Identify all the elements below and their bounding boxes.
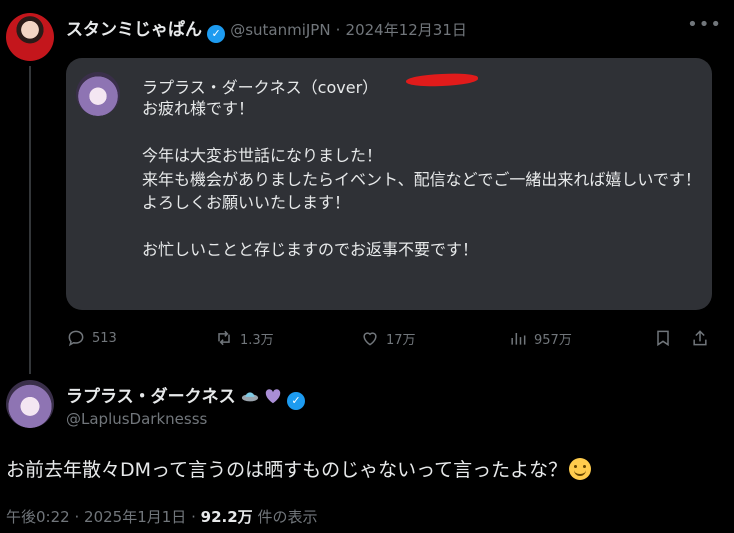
main-author-handle[interactable]: @LaplusDarknesss	[66, 410, 207, 428]
tweet-meta: 午後0:22 · 2025年1月1日 · 92.2万 件の表示	[6, 506, 317, 527]
view-count: 92.2万	[200, 508, 253, 526]
verified-badge-icon: ✓	[286, 392, 305, 410]
sender-name: ラプラス・ダークネス（cover）	[142, 78, 379, 97]
heart-icon	[363, 332, 377, 346]
repost-count: 1.3万	[240, 332, 274, 348]
reply-button[interactable]: 513	[66, 328, 117, 348]
bookmark-icon	[657, 330, 669, 347]
tweet-date[interactable]: 2025年1月1日	[84, 508, 186, 526]
like-count: 17万	[386, 332, 416, 348]
verified-badge-icon: ✓	[207, 25, 226, 43]
avatar-laplus[interactable]	[6, 380, 54, 428]
separator: ·	[191, 508, 196, 526]
dm-message: お疲れ様です！ 今年は大変お世話になりました！ 来年も機会がありましたらイベント…	[142, 99, 701, 259]
bookmark-button[interactable]	[653, 328, 679, 348]
smiling-face-emoji-icon	[569, 458, 592, 480]
like-button[interactable]: 17万	[360, 328, 416, 348]
analytics-icon	[511, 333, 526, 345]
action-bar: 513 1.3万 17万 957万	[66, 328, 716, 352]
main-author-name[interactable]: ラプラス・ダークネス	[66, 387, 236, 407]
purple-heart-icon	[265, 389, 281, 404]
reply-icon	[68, 330, 84, 347]
thread-line	[29, 66, 31, 374]
repost-icon	[218, 330, 230, 346]
tweet-date[interactable]: 2024年12月31日	[346, 21, 467, 39]
separator: ·	[335, 21, 341, 39]
tweet-time[interactable]: 午後0:22	[6, 508, 70, 526]
avatar-sutanmi[interactable]	[6, 13, 54, 61]
author-handle[interactable]: @sutanmiJPN	[230, 21, 330, 39]
tweet-header: スタンミじゃぱん ✓ @sutanmiJPN · 2024年12月31日	[66, 15, 467, 43]
view-label: 件の表示	[257, 508, 318, 526]
view-count: 957万	[534, 332, 572, 348]
reply-count: 513	[92, 330, 117, 346]
share-icon	[693, 330, 707, 346]
tweet-text-content: お前去年散々DMって言うのは晒すものじゃないって言ったよな？	[6, 459, 568, 481]
author-name[interactable]: スタンミじゃぱん	[66, 20, 202, 40]
tweet-text: お前去年散々DMって言うのは晒すものじゃないって言ったよな？	[6, 455, 592, 482]
main-tweet-header: ラプラス・ダークネス ✓	[66, 382, 305, 410]
repost-button[interactable]: 1.3万	[214, 328, 274, 348]
more-options-icon[interactable]: •••	[687, 14, 722, 35]
ufo-icon	[241, 392, 258, 402]
sender-avatar	[76, 72, 120, 116]
separator: ·	[74, 508, 80, 526]
share-button[interactable]	[690, 328, 716, 348]
views-button[interactable]: 957万	[508, 328, 572, 348]
